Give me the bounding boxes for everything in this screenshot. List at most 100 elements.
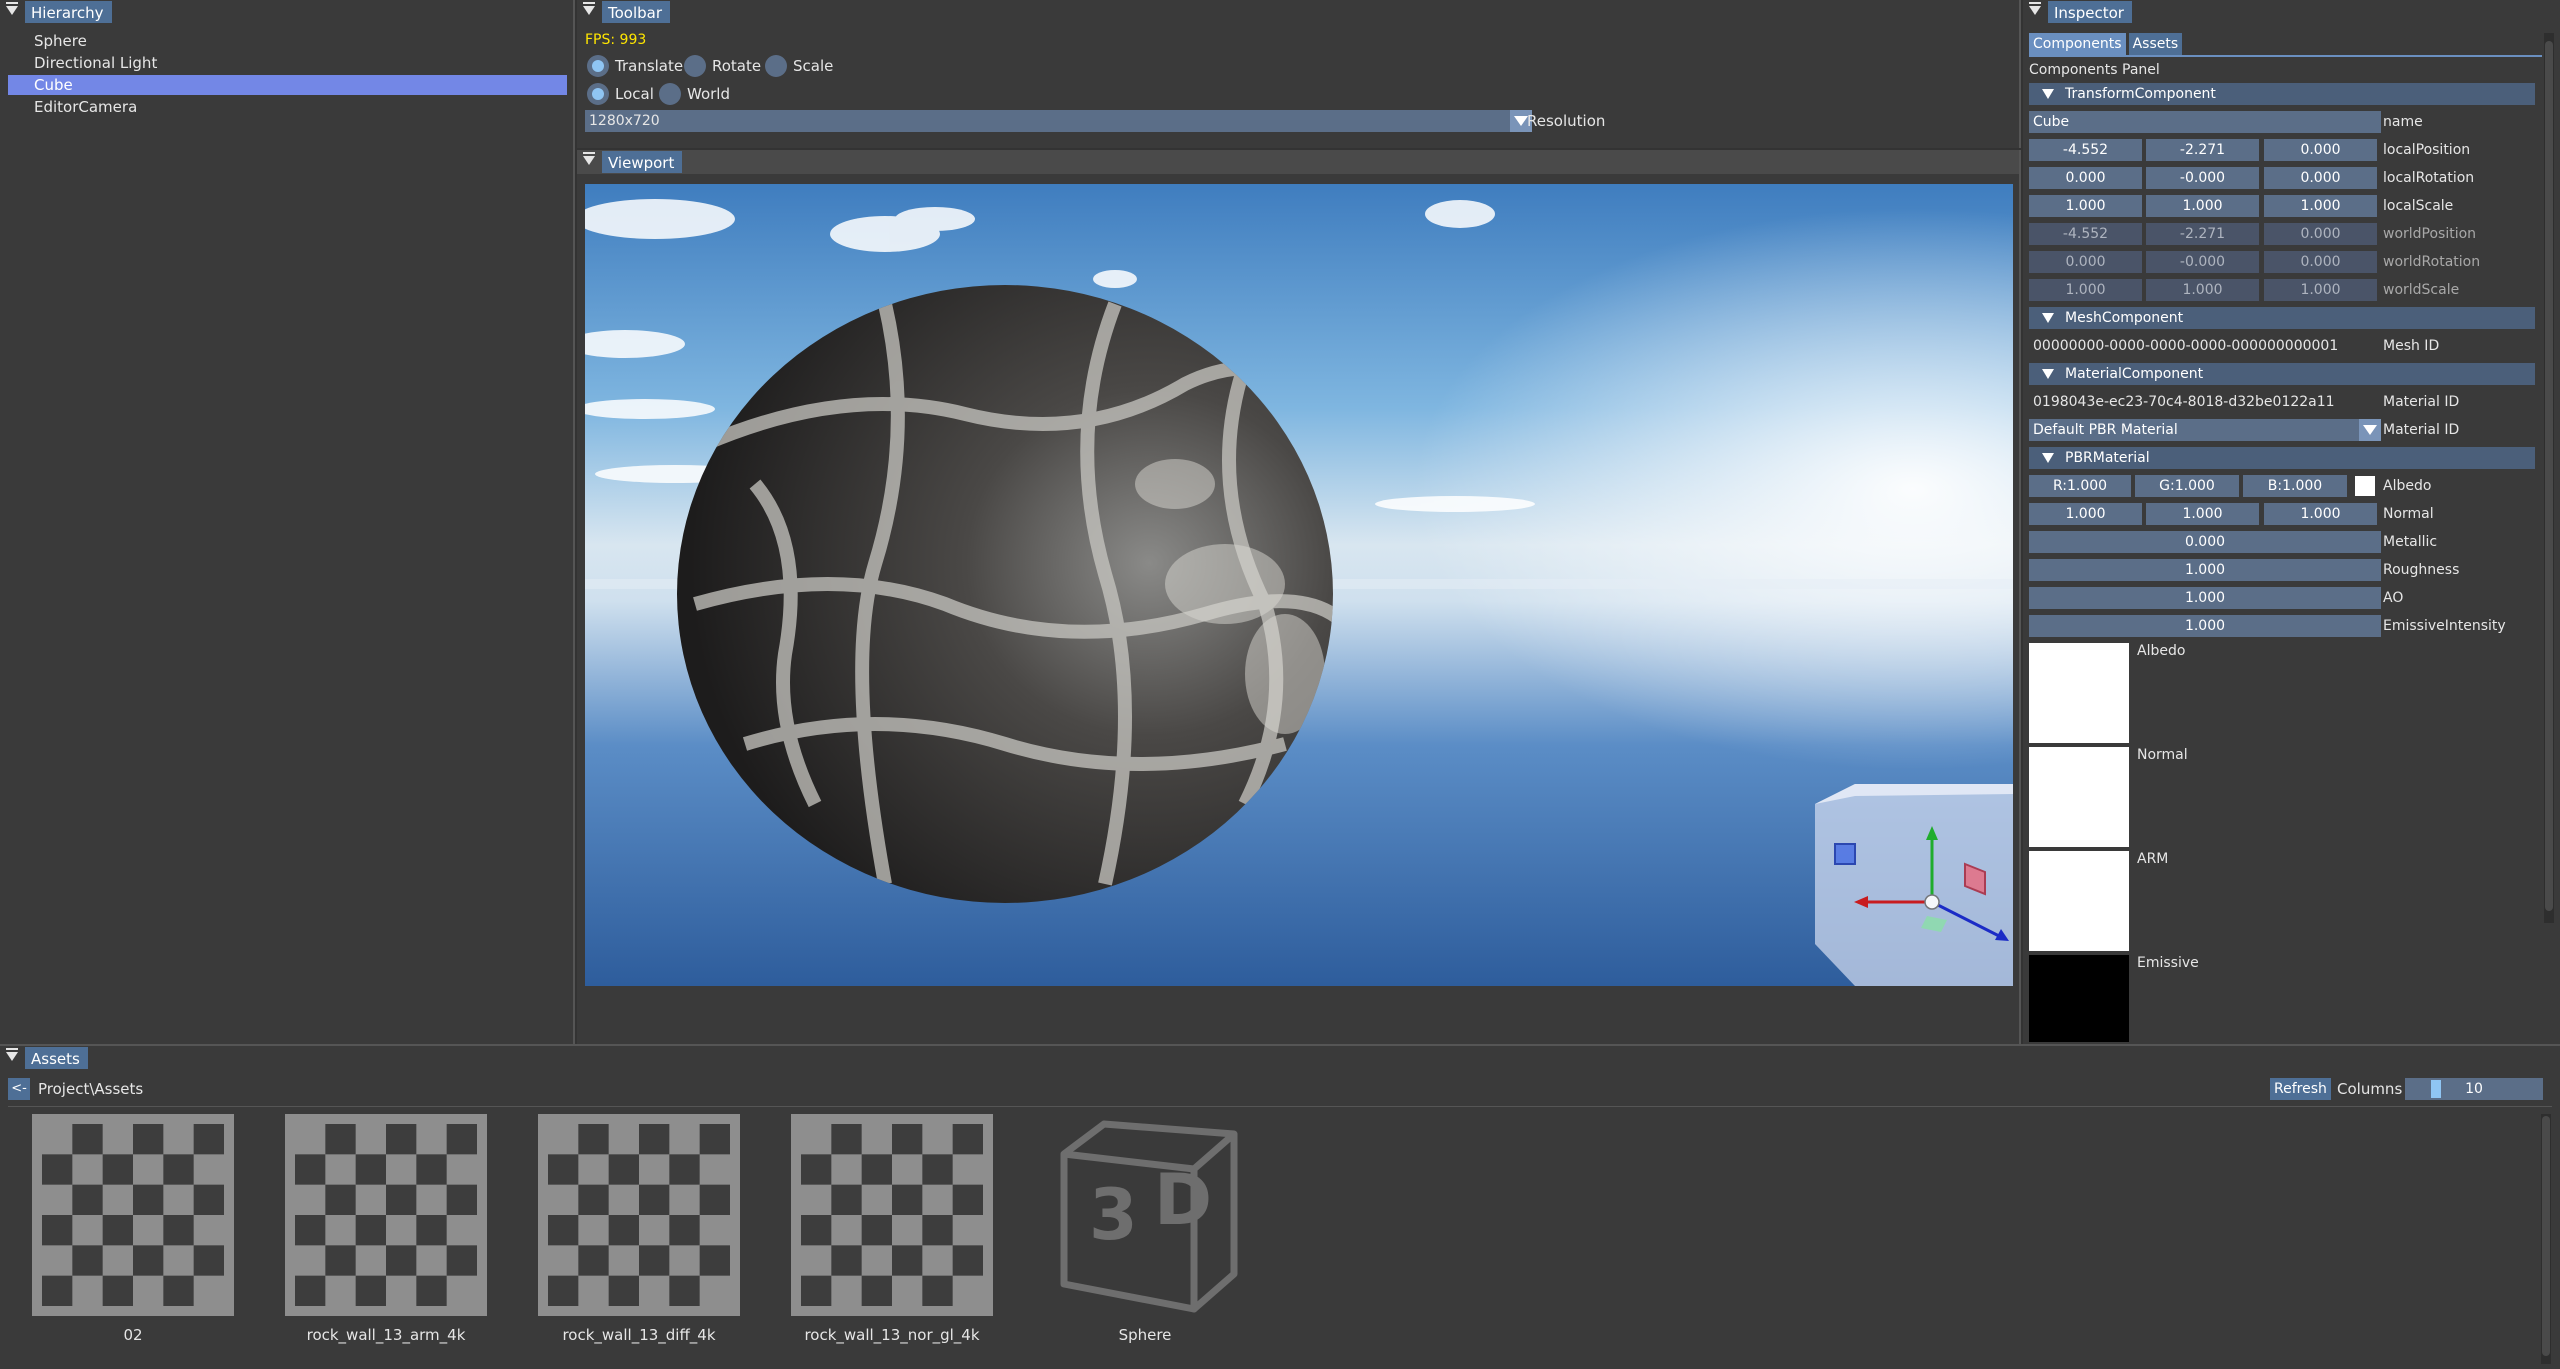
toolbar-tab[interactable]: Toolbar	[602, 1, 671, 23]
inspector-scrollbar[interactable]	[2544, 33, 2554, 923]
local-position-z[interactable]: 0.000	[2264, 139, 2377, 161]
material-select-label: Material ID	[2383, 422, 2460, 438]
albedo-b-field[interactable]: B:1.000	[2243, 475, 2347, 497]
albedo-label: Albedo	[2383, 478, 2432, 494]
material-id-label: Material ID	[2383, 394, 2460, 410]
tab-underline	[2029, 55, 2542, 57]
arm-texture-slot[interactable]	[2029, 851, 2129, 951]
local-label: Local	[615, 85, 654, 103]
local-scale-x[interactable]: 1.000	[2029, 195, 2142, 217]
hierarchy-item-directional-light[interactable]: Directional Light	[8, 53, 567, 73]
normal-texture-slot[interactable]	[2029, 747, 2129, 847]
material-select-value: Default PBR Material	[2033, 422, 2178, 438]
dropdown-arrow-icon[interactable]	[2359, 419, 2381, 441]
refresh-button[interactable]: Refresh	[2270, 1078, 2331, 1100]
hierarchy-tab[interactable]: Hierarchy	[25, 1, 112, 23]
texture-checker-icon	[538, 1114, 740, 1316]
local-position-y[interactable]: -2.271	[2146, 139, 2259, 161]
local-rotation-x[interactable]: 0.000	[2029, 167, 2142, 189]
asset-item[interactable]: rock_wall_13_diff_4k	[538, 1114, 740, 1344]
expand-arrow-icon	[2042, 89, 2054, 99]
collapse-arrow-icon[interactable]	[583, 2, 595, 15]
toolbar-titlebar: Toolbar	[577, 0, 2019, 24]
albedo-g-field[interactable]: G:1.000	[2135, 475, 2239, 497]
texture-checker-icon	[791, 1114, 993, 1316]
scene-view[interactable]	[585, 184, 2013, 986]
normal-y-field[interactable]: 1.000	[2146, 503, 2259, 525]
metallic-slider[interactable]: 0.000	[2029, 531, 2381, 553]
world-label: World	[687, 85, 730, 103]
scene-render[interactable]	[585, 184, 2013, 986]
emissive-texture-label: Emissive	[2137, 955, 2199, 971]
asset-name: rock_wall_13_nor_gl_4k	[804, 1326, 980, 1344]
world-position-z: 0.000	[2264, 223, 2377, 245]
local-position-x[interactable]: -4.552	[2029, 139, 2142, 161]
normal-z-field[interactable]: 1.000	[2264, 503, 2377, 525]
collapse-arrow-icon[interactable]	[6, 2, 18, 15]
asset-item[interactable]: rock_wall_13_arm_4k	[285, 1114, 487, 1344]
collapse-arrow-icon[interactable]	[583, 152, 595, 165]
ao-slider[interactable]: 1.000	[2029, 587, 2381, 609]
material-component-header[interactable]: MaterialComponent	[2029, 363, 2535, 385]
asset-name: Sphere	[1118, 1326, 1172, 1344]
fps-counter: FPS: 993	[585, 32, 647, 48]
divider	[8, 1106, 2552, 1107]
slider-knob[interactable]	[2431, 1080, 2441, 1098]
world-space-radio[interactable]: World	[657, 83, 730, 105]
transform-component-header[interactable]: TransformComponent	[2029, 83, 2535, 105]
translate-label: Translate	[615, 57, 684, 75]
rotate-radio[interactable]: Rotate	[682, 55, 761, 77]
mesh-component-header[interactable]: MeshComponent	[2029, 307, 2535, 329]
normal-x-field[interactable]: 1.000	[2029, 503, 2142, 525]
local-position-label: localPosition	[2383, 142, 2471, 158]
hierarchy-item-sphere[interactable]: Sphere	[8, 31, 567, 51]
world-scale-y: 1.000	[2146, 279, 2259, 301]
albedo-r-field[interactable]: R:1.000	[2029, 475, 2131, 497]
tab-components[interactable]: Components	[2029, 33, 2126, 55]
resolution-label: Resolution	[1527, 112, 1606, 130]
inspector-tab-bar: Components Assets	[2029, 33, 2185, 55]
world-rotation-y: -0.000	[2146, 251, 2259, 273]
ao-label: AO	[2383, 590, 2404, 606]
inspector-tab[interactable]: Inspector	[2048, 1, 2132, 23]
assets-tab[interactable]: Assets	[25, 1047, 88, 1069]
collapse-arrow-icon[interactable]	[2029, 2, 2041, 15]
pbr-material-header[interactable]: PBRMaterial	[2029, 447, 2535, 469]
texture-checker-icon	[32, 1114, 234, 1316]
local-rotation-z[interactable]: 0.000	[2264, 167, 2377, 189]
assets-scrollbar[interactable]	[2541, 1114, 2551, 1364]
hierarchy-item-cube[interactable]: Cube	[8, 75, 567, 95]
asset-name: rock_wall_13_diff_4k	[562, 1326, 716, 1344]
name-field[interactable]: Cube	[2029, 111, 2381, 133]
world-rotation-z: 0.000	[2264, 251, 2377, 273]
local-rotation-y[interactable]: -0.000	[2146, 167, 2259, 189]
hierarchy-titlebar: Hierarchy	[0, 0, 573, 24]
asset-path: Project\Assets	[38, 1080, 144, 1098]
emissive-intensity-slider[interactable]: 1.000	[2029, 615, 2381, 637]
albedo-texture-slot[interactable]	[2029, 643, 2129, 743]
radio-unselected-icon	[765, 55, 787, 77]
expand-arrow-icon	[2042, 453, 2054, 463]
asset-item[interactable]: rock_wall_13_nor_gl_4k	[791, 1114, 993, 1344]
metallic-label: Metallic	[2383, 534, 2438, 550]
hierarchy-item-editor-camera[interactable]: EditorCamera	[8, 97, 567, 117]
columns-slider[interactable]: 10	[2405, 1078, 2543, 1100]
tab-assets[interactable]: Assets	[2128, 33, 2183, 55]
local-scale-y[interactable]: 1.000	[2146, 195, 2259, 217]
material-select-dropdown[interactable]: Default PBR Material	[2029, 419, 2381, 441]
back-button[interactable]: <-	[8, 1078, 30, 1100]
viewport-tab[interactable]: Viewport	[602, 151, 683, 173]
translate-radio[interactable]: Translate	[585, 55, 683, 77]
local-space-radio[interactable]: Local	[585, 83, 654, 105]
albedo-color-swatch[interactable]	[2355, 476, 2375, 496]
asset-item[interactable]: 3 D Sphere	[1044, 1114, 1246, 1344]
local-scale-z[interactable]: 1.000	[2264, 195, 2377, 217]
collapse-arrow-icon[interactable]	[6, 1048, 18, 1061]
scale-radio[interactable]: Scale	[763, 55, 833, 77]
asset-item[interactable]: 02	[32, 1114, 234, 1344]
mesh-header-label: MeshComponent	[2065, 310, 2184, 326]
emissive-texture-slot[interactable]	[2029, 955, 2129, 1042]
3d-model-icon: 3D	[1060, 1120, 1238, 1313]
resolution-dropdown[interactable]: 1280x720	[585, 110, 1532, 132]
roughness-slider[interactable]: 1.000	[2029, 559, 2381, 581]
